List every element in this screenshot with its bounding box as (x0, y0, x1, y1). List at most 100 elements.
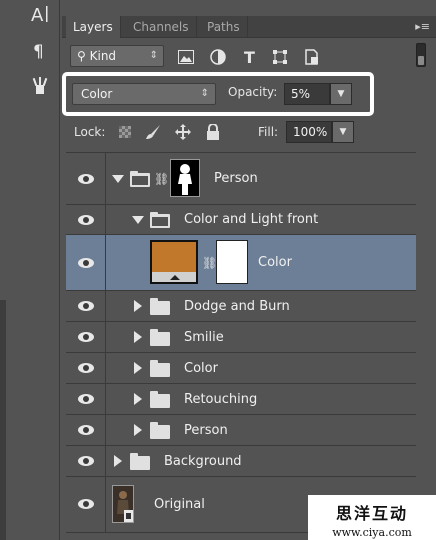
eye-icon[interactable] (78, 394, 94, 404)
visibility-cell[interactable] (66, 384, 106, 414)
layer-thumbnail[interactable] (112, 485, 134, 523)
fill-thumbnail[interactable] (150, 240, 198, 284)
pixel-filter-icon[interactable] (176, 47, 196, 67)
layer-name: Dodge and Burn (184, 299, 290, 314)
expand-arrow-icon[interactable] (132, 216, 144, 224)
layer-name: Background (164, 454, 242, 469)
watermark-url: www.ciya.com (332, 526, 412, 539)
folder-icon (130, 171, 150, 187)
layer-name: Smilie (184, 330, 224, 345)
expand-arrow-icon[interactable] (112, 175, 124, 183)
layer-name: Person (184, 423, 228, 438)
type-tool-icon[interactable]: A (28, 2, 52, 26)
visibility-cell[interactable] (66, 235, 106, 290)
layer-row-background[interactable]: Background (66, 446, 416, 477)
layer-name: Person (214, 171, 258, 186)
visibility-cell[interactable] (66, 477, 106, 532)
mask-thumbnail[interactable] (216, 240, 248, 284)
collapse-arrow-icon[interactable] (134, 424, 142, 436)
panel-menu-icon[interactable]: ▸≡ (414, 20, 430, 34)
collapse-arrow-icon[interactable] (134, 331, 142, 343)
filter-kind-select[interactable]: ⚲ Kind ⇕ (70, 45, 164, 67)
layers-list: ⛓ Person Color and Light front ⛓ Color D… (66, 152, 416, 540)
mask-thumbnail[interactable] (170, 159, 200, 197)
layer-row-person-group[interactable]: ⛓ Person (66, 153, 416, 205)
opacity-dropdown-icon[interactable]: ▼ (330, 83, 352, 105)
layer-name: Color and Light front (184, 212, 319, 227)
svg-text:¶: ¶ (33, 42, 44, 60)
layers-panel: Layers Channels Paths ▸≡ ⚲ Kind ⇕ T Colo… (62, 0, 436, 540)
layer-row-color-fill[interactable]: ⛓ Color (66, 235, 416, 291)
layer-row-color-group[interactable]: Color (66, 353, 416, 384)
chevron-updown-icon: ⇕ (200, 88, 209, 99)
visibility-cell[interactable] (66, 353, 106, 383)
lock-position-icon[interactable] (174, 123, 192, 141)
eye-icon[interactable] (78, 456, 94, 466)
visibility-cell[interactable] (66, 205, 106, 234)
chevron-updown-icon: ⇕ (149, 50, 158, 61)
paragraph-tool-icon[interactable]: ¶ (28, 38, 52, 62)
folder-icon (150, 329, 170, 346)
type-filter-icon[interactable]: T (240, 47, 260, 67)
filter-row: ⚲ Kind ⇕ T (62, 40, 436, 72)
folder-icon (150, 212, 170, 228)
layer-name: Retouching (184, 392, 258, 407)
lock-label: Lock: (74, 125, 106, 139)
eye-icon[interactable] (78, 425, 94, 435)
collapse-arrow-icon[interactable] (114, 455, 122, 467)
search-icon: ⚲ (77, 49, 86, 63)
tab-paths[interactable]: Paths (200, 16, 248, 38)
layer-row-dodge-and-burn[interactable]: Dodge and Burn (66, 291, 416, 322)
folder-icon (150, 298, 170, 315)
eye-icon[interactable] (78, 363, 94, 373)
folder-icon (130, 453, 150, 470)
layer-row-color-and-light-front[interactable]: Color and Light front (66, 205, 416, 235)
layer-name: Color (184, 361, 218, 376)
fill-input[interactable]: 100% (286, 121, 332, 143)
layer-row-smilie[interactable]: Smilie (66, 322, 416, 353)
link-icon[interactable]: ⛓ (202, 255, 217, 271)
layer-row-retouching[interactable]: Retouching (66, 384, 416, 415)
eye-icon[interactable] (78, 215, 94, 225)
svg-text:T: T (244, 49, 255, 65)
filter-kind-label: Kind (89, 49, 117, 63)
tab-channels[interactable]: Channels (126, 16, 197, 38)
visibility-cell[interactable] (66, 322, 106, 352)
collapse-arrow-icon[interactable] (134, 300, 142, 312)
blend-mode-value: Color (81, 87, 113, 101)
layer-row-person-inner[interactable]: Person (66, 415, 416, 446)
visibility-cell[interactable] (66, 446, 106, 476)
visibility-cell[interactable] (66, 415, 106, 445)
collapse-arrow-icon[interactable] (134, 362, 142, 374)
lock-image-pixels-icon[interactable] (144, 123, 162, 141)
tool-presets-icon[interactable] (28, 74, 52, 98)
eye-icon[interactable] (78, 301, 94, 311)
visibility-cell[interactable] (66, 291, 106, 321)
watermark-chinese: 思洋互动 (335, 504, 408, 523)
tab-layers[interactable]: Layers (66, 16, 121, 38)
shape-filter-icon[interactable] (270, 47, 290, 67)
folder-icon (150, 391, 170, 408)
eye-icon[interactable] (78, 499, 94, 509)
watermark: 思洋互动 www.ciya.com (308, 495, 436, 540)
adjustment-filter-icon[interactable] (208, 47, 228, 67)
fill-dropdown-icon[interactable]: ▼ (332, 121, 354, 143)
panel-tabs: Layers Channels Paths ▸≡ (62, 16, 436, 38)
lock-transparent-pixels-icon[interactable] (116, 123, 134, 141)
eye-icon[interactable] (78, 174, 94, 184)
collapse-arrow-icon[interactable] (134, 393, 142, 405)
eye-icon[interactable] (78, 332, 94, 342)
eye-icon[interactable] (78, 258, 94, 268)
opacity-input[interactable]: 5% (284, 83, 330, 105)
filter-toggle[interactable] (416, 43, 426, 67)
lock-row: Lock: Fill: 100% ▼ (62, 118, 436, 146)
opacity-label: Opacity: (228, 85, 278, 99)
blend-mode-select[interactable]: Color ⇕ (72, 83, 216, 105)
lock-all-icon[interactable] (204, 123, 222, 141)
layer-name: Original (154, 497, 205, 512)
link-icon[interactable]: ⛓ (154, 171, 169, 187)
smart-object-filter-icon[interactable] (302, 47, 322, 67)
visibility-cell[interactable] (66, 153, 106, 204)
fill-label: Fill: (258, 125, 279, 139)
svg-text:A: A (31, 5, 44, 25)
